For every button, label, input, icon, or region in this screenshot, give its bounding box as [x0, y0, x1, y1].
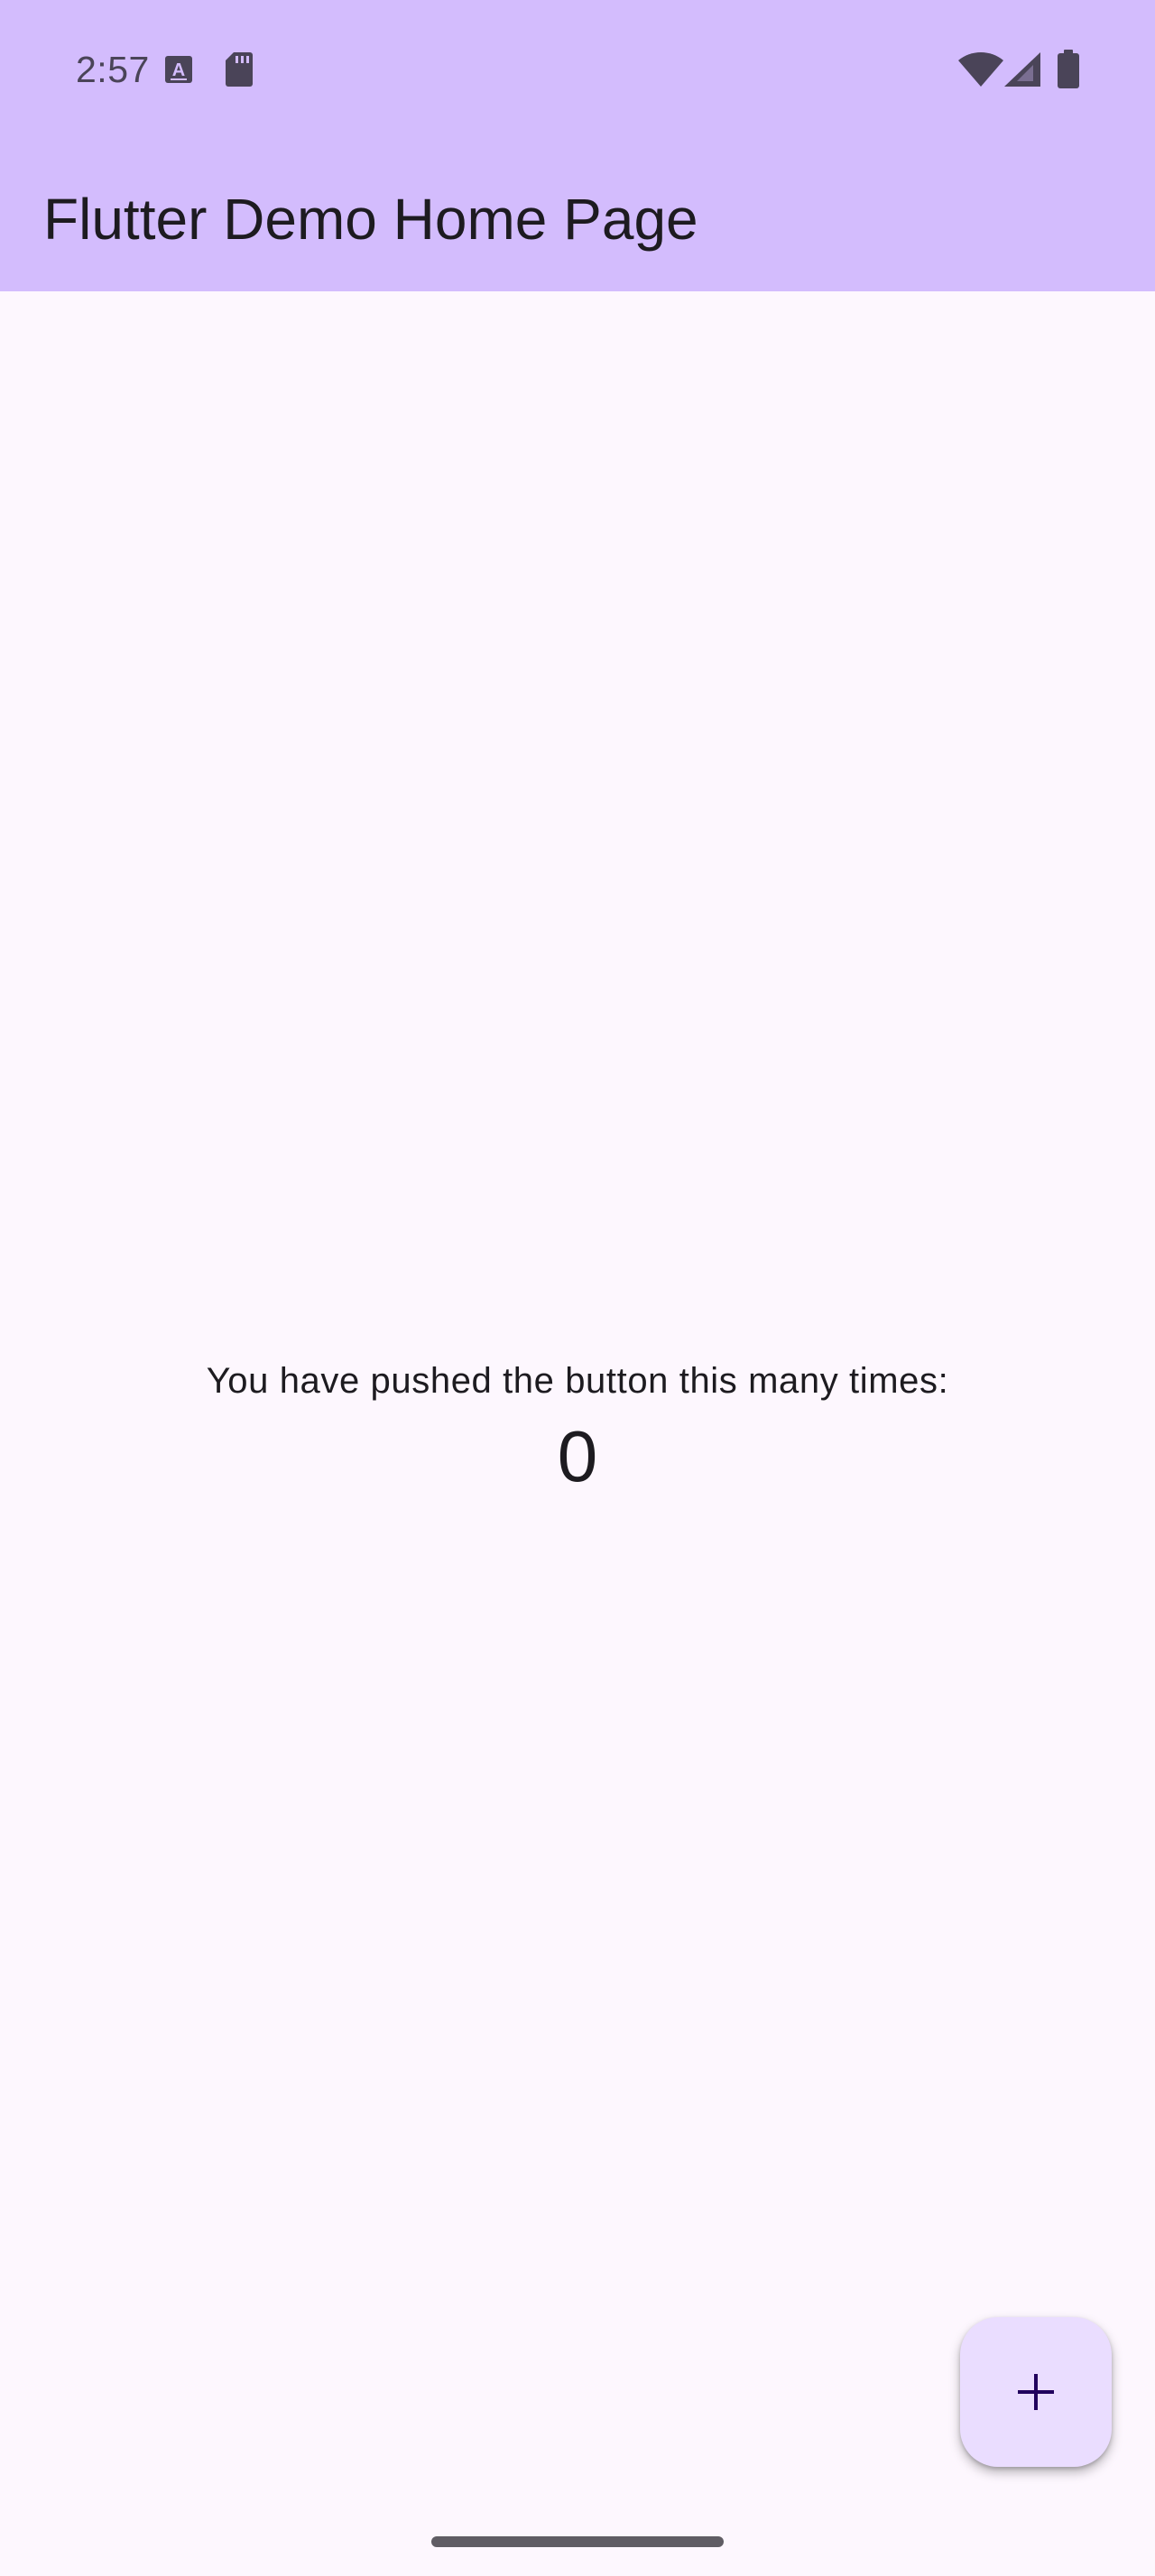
- svg-text:A: A: [172, 60, 185, 80]
- counter-value: 0: [557, 1416, 598, 1496]
- keyboard-a-icon: A: [165, 56, 192, 83]
- plus-icon: [1018, 2374, 1054, 2410]
- status-bar: 2:57 A: [0, 0, 1155, 140]
- page-title: Flutter Demo Home Page: [43, 187, 698, 252]
- main-content: You have pushed the button this many tim…: [0, 291, 1155, 2576]
- home-indicator[interactable]: [431, 2536, 724, 2547]
- top-app-area: 2:57 A Flutter Demo Home Page: [0, 0, 1155, 291]
- cellular-signal-icon: [1004, 52, 1040, 87]
- increment-fab-button[interactable]: [960, 2317, 1112, 2467]
- counter-label: You have pushed the button this many tim…: [206, 1361, 949, 1401]
- status-time: 2:57: [76, 49, 150, 90]
- battery-icon: [1058, 50, 1079, 88]
- sd-card-icon: [226, 52, 253, 87]
- app-bar: Flutter Demo Home Page: [0, 140, 1155, 291]
- wifi-icon: [958, 52, 1003, 87]
